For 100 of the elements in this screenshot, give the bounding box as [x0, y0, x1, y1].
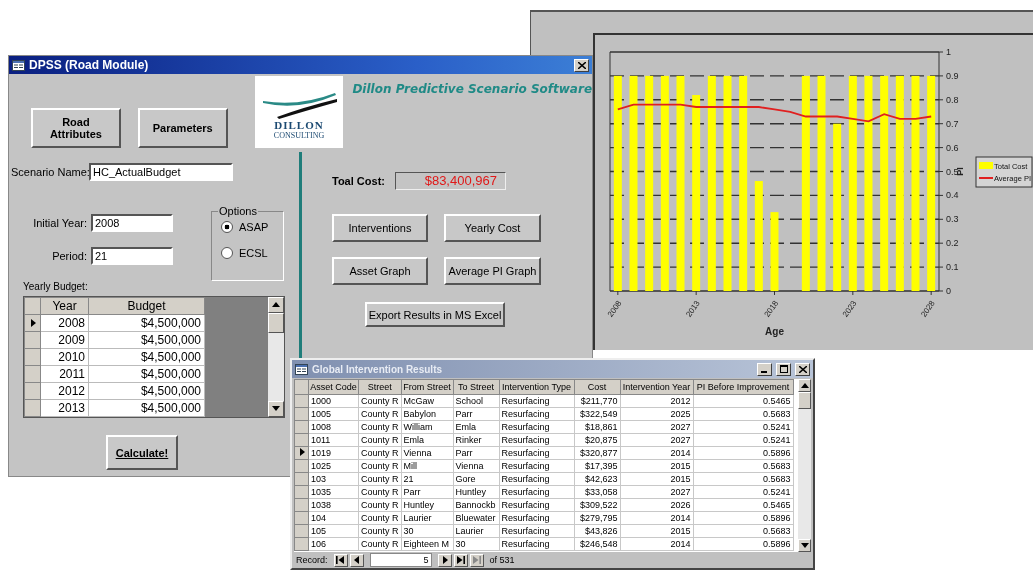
- next-record-button[interactable]: [437, 553, 452, 567]
- table-cell: 2010: [40, 348, 89, 366]
- table-cell: 0.5241: [693, 485, 794, 499]
- minimize-button[interactable]: [757, 362, 772, 376]
- table-cell: Resurfacing: [499, 498, 575, 512]
- table-cell: Parr: [453, 446, 500, 460]
- scroll-thumb[interactable]: [798, 392, 811, 409]
- column-header: PI Before Improvement: [693, 379, 794, 395]
- table-cell: 2027: [620, 433, 694, 447]
- input-field[interactable]: HC_ActualBudget: [89, 163, 233, 181]
- form-button[interactable]: Parameters: [137, 108, 228, 148]
- table-cell: 2015: [620, 472, 694, 486]
- table-cell: County R: [358, 420, 402, 434]
- scroll-up-button[interactable]: [268, 297, 284, 313]
- table-cell: $4,500,000: [88, 399, 205, 417]
- input-field[interactable]: 2008: [91, 214, 173, 232]
- table-cell: Resurfacing: [499, 420, 575, 434]
- table-cell: 0.5683: [693, 459, 794, 473]
- record-number-field[interactable]: 5: [369, 553, 432, 567]
- window-title: DPSS (Road Module): [29, 58, 150, 72]
- table-cell: $279,795: [574, 511, 621, 525]
- last-record-button[interactable]: [453, 553, 468, 567]
- scroll-down-button[interactable]: [798, 539, 811, 552]
- close-button[interactable]: [795, 362, 810, 376]
- table-cell: 2012: [40, 382, 89, 400]
- record-count: of 531: [489, 555, 515, 565]
- table-cell: 2014: [620, 511, 694, 525]
- table-cell: 0.5896: [693, 446, 794, 460]
- table-cell: Emla: [453, 420, 500, 434]
- scrollbar[interactable]: [798, 379, 811, 552]
- legend-swatch: [979, 162, 993, 169]
- table-cell: 0.5465: [693, 498, 794, 512]
- form-button[interactable]: Road Attributes: [31, 108, 121, 148]
- scrollbar[interactable]: [268, 297, 284, 417]
- form-button[interactable]: Yearly Cost: [444, 214, 541, 242]
- form-button[interactable]: Asset Graph: [332, 257, 428, 285]
- new-record-button[interactable]: [469, 553, 484, 567]
- table-cell: 1000: [308, 394, 359, 408]
- table-cell: Gore: [453, 472, 500, 486]
- up-arrow-icon: [272, 301, 280, 309]
- scroll-up-button[interactable]: [798, 379, 811, 392]
- input-field[interactable]: 21: [91, 247, 173, 265]
- maximize-icon: [779, 365, 788, 373]
- logo-subtitle: CONSULTING: [273, 131, 325, 140]
- table-cell: 2008: [40, 314, 89, 332]
- table-cell: $4,500,000: [88, 314, 205, 332]
- table-cell: Resurfacing: [499, 537, 575, 551]
- field-label: Toal Cost:: [332, 175, 385, 187]
- table-cell: 103: [308, 472, 359, 486]
- table-cell: Vienna: [453, 459, 500, 473]
- table-cell: 2014: [620, 537, 694, 551]
- table-cell: Resurfacing: [499, 407, 575, 421]
- logo-text: DILLON: [274, 119, 324, 131]
- column-header: To Street: [453, 379, 500, 395]
- table-cell: 30: [453, 537, 500, 551]
- table-cell: Parr: [453, 407, 500, 421]
- down-arrow-icon: [800, 541, 809, 550]
- table-cell: 2015: [620, 459, 694, 473]
- table-cell: 21: [401, 472, 454, 486]
- table-cell: 1035: [308, 485, 359, 499]
- radio-button[interactable]: [221, 221, 233, 233]
- scroll-down-button[interactable]: [268, 401, 284, 417]
- last-icon: [456, 556, 465, 564]
- table-cell: County R: [358, 407, 402, 421]
- table-cell: County R: [358, 537, 402, 551]
- column-header: Asset Code: [308, 379, 359, 395]
- axis-title: Age: [765, 326, 784, 337]
- table-cell: 2012: [620, 394, 694, 408]
- column-header: Budget: [88, 297, 205, 315]
- calculate-button[interactable]: Calculate!: [106, 435, 178, 470]
- form-button[interactable]: Average PI Graph: [444, 257, 541, 285]
- previous-record-button[interactable]: [349, 553, 364, 567]
- scroll-thumb[interactable]: [268, 313, 284, 333]
- column-header: Intervention Year: [620, 379, 694, 395]
- table-cell: Eighteen M: [401, 537, 454, 551]
- radio-label: ASAP: [239, 221, 269, 233]
- column-header: Cost: [574, 379, 621, 395]
- export-button[interactable]: Export Results in MS Excel: [365, 302, 505, 327]
- current-row-icon: [28, 319, 37, 327]
- table-cell: $43,826: [574, 524, 621, 538]
- table-cell: Resurfacing: [499, 394, 575, 408]
- table-cell: 105: [308, 524, 359, 538]
- close-icon: [577, 61, 586, 69]
- table-cell: 2011: [40, 365, 89, 383]
- window-title: Global Intervention Results: [312, 363, 444, 375]
- first-record-button[interactable]: [333, 553, 348, 567]
- table-cell: 1038: [308, 498, 359, 512]
- table-cell: Resurfacing: [499, 433, 575, 447]
- form-button[interactable]: Interventions: [332, 214, 428, 242]
- next-icon: [440, 556, 449, 564]
- close-button[interactable]: [574, 58, 589, 72]
- table-cell: 0.5683: [693, 524, 794, 538]
- table-cell: $4,500,000: [88, 382, 205, 400]
- table-cell: Mill: [401, 459, 454, 473]
- table-cell: $309,522: [574, 498, 621, 512]
- table-cell: County R: [358, 446, 402, 460]
- radio-button[interactable]: [221, 247, 233, 259]
- maximize-button[interactable]: [776, 362, 791, 376]
- table-cell: 30: [401, 524, 454, 538]
- table-cell: $4,500,000: [88, 365, 205, 383]
